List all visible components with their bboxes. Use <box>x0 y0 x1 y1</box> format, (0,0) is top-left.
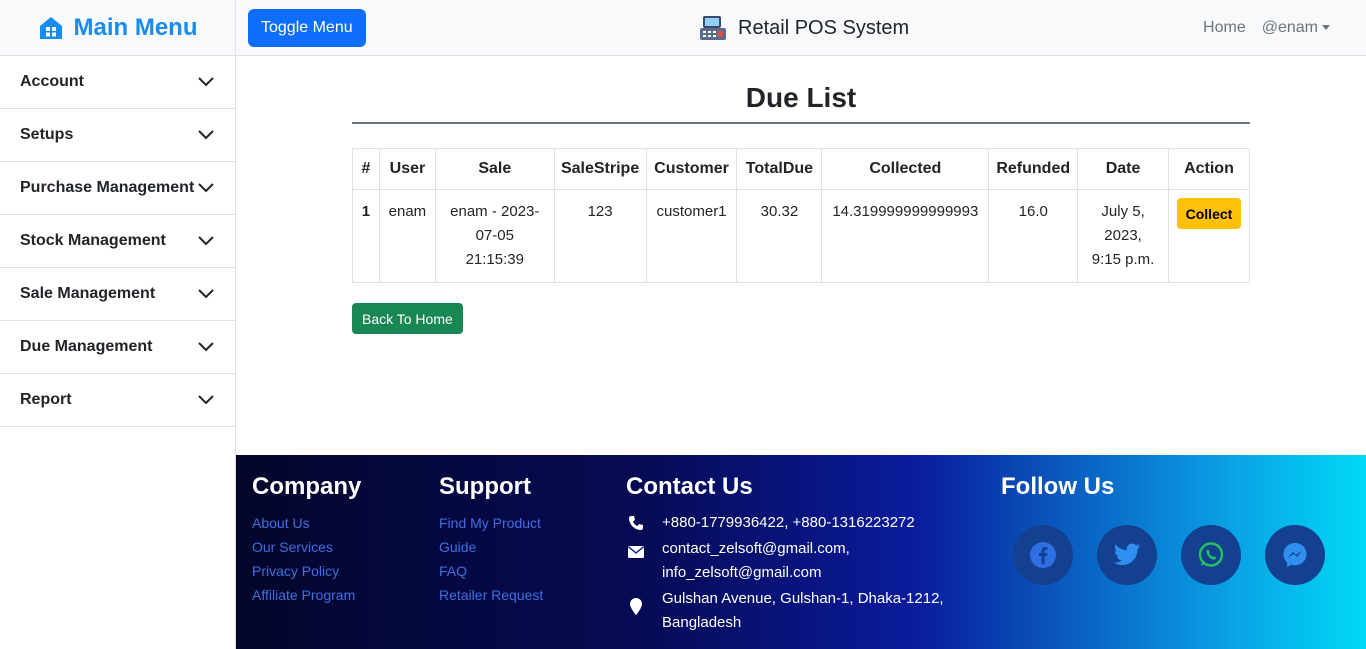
facebook-icon[interactable] <box>1013 525 1073 585</box>
home-icon <box>39 16 62 39</box>
back-to-home-button[interactable]: Back To Home <box>352 303 463 334</box>
cell-user: enam <box>378 189 436 283</box>
column-header: Action <box>1167 148 1251 190</box>
social-links <box>1013 525 1351 585</box>
sidebar-item-label: Sale Management <box>20 285 156 302</box>
footer-link-faq[interactable]: FAQ <box>439 559 609 583</box>
sidebar-item-label: Account <box>20 73 84 90</box>
cell-customer: customer1 <box>645 189 738 283</box>
map-pin-icon <box>626 587 646 615</box>
column-header: # <box>352 148 380 190</box>
column-header: Date <box>1077 148 1169 190</box>
sidebar-item-account[interactable]: Account <box>0 56 235 109</box>
envelope-icon <box>626 537 646 558</box>
footer-company-heading: Company <box>252 473 362 500</box>
main-area: Toggle Menu Retail POS System Home @enam… <box>236 0 1366 649</box>
column-header: User <box>378 148 436 190</box>
footer-link-affiliate-program[interactable]: Affiliate Program <box>252 583 422 607</box>
page-title: Due List <box>745 82 857 113</box>
cell-sale: enam - 2023-07-05 21:15:39 <box>434 189 555 283</box>
sidebar-item-stock-management[interactable]: Stock Management <box>0 215 235 268</box>
chevron-down-icon <box>198 77 214 87</box>
contact-address-text: Gulshan Avenue, Gulshan-1, Dhaka-1212, B… <box>662 590 944 631</box>
footer-contact-heading: Contact Us <box>626 473 753 500</box>
chevron-down-icon <box>198 289 214 299</box>
sidebar-brand-title: Main Menu <box>73 13 198 41</box>
column-header: SaleStripe <box>553 148 647 190</box>
contact-email: contact_zelsoft@gmail.com, info_zelsoft@… <box>626 537 976 585</box>
chevron-down-icon <box>198 130 214 140</box>
chevron-down-icon <box>198 183 214 193</box>
chevron-down-icon <box>198 342 214 352</box>
footer-follow-heading: Follow Us <box>1001 473 1115 500</box>
pos-register-icon <box>700 16 726 40</box>
user-name: @enam <box>1261 19 1318 36</box>
twitter-icon[interactable] <box>1097 525 1157 585</box>
footer-support-heading: Support <box>439 473 531 500</box>
sidebar-item-label: Purchase Management <box>20 179 195 196</box>
table-header-row: # User Sale SaleStripe Customer TotalDue… <box>352 148 1251 190</box>
app-brand[interactable]: Retail POS System <box>698 0 909 56</box>
sidebar-item-due-management[interactable]: Due Management <box>0 321 235 374</box>
sidebar-item-sale-management[interactable]: Sale Management <box>0 268 235 321</box>
cell-totaldue: 30.32 <box>736 189 823 283</box>
sidebar-item-label: Stock Management <box>20 232 166 249</box>
footer-link-guide[interactable]: Guide <box>439 535 609 559</box>
footer-contact: Contact Us +880-1779936422, +880-1316223… <box>626 473 976 637</box>
chevron-down-icon <box>198 236 214 246</box>
footer-support: Support Find My Product Guide FAQ Retail… <box>439 473 609 607</box>
caret-down-icon <box>1322 25 1330 31</box>
footer-link-our-services[interactable]: Our Services <box>252 535 422 559</box>
phone-icon <box>626 511 646 531</box>
chevron-down-icon <box>198 395 214 405</box>
column-header: Sale <box>434 148 555 190</box>
title-divider <box>352 122 1250 124</box>
footer-follow: Follow Us <box>1001 473 1351 585</box>
sidebar-item-setups[interactable]: Setups <box>0 109 235 162</box>
home-link[interactable]: Home <box>1203 19 1246 37</box>
app-title: Retail POS System <box>738 16 910 39</box>
messenger-icon[interactable] <box>1265 525 1325 585</box>
sidebar: Main Menu Account Setups Purchase Manage… <box>0 0 236 649</box>
column-header: Collected <box>821 148 990 190</box>
sidebar-item-label: Due Management <box>20 338 153 355</box>
user-dropdown[interactable]: @enam <box>1262 19 1330 37</box>
contact-phone-text: +880-1779936422, +880-1316223272 <box>662 514 915 531</box>
contact-email-text: contact_zelsoft@gmail.com, info_zelsoft@… <box>662 540 850 581</box>
column-header: Customer <box>645 148 738 190</box>
footer-company: Company About Us Our Services Privacy Po… <box>252 473 422 607</box>
sidebar-item-purchase-management[interactable]: Purchase Management <box>0 162 235 215</box>
sidebar-brand[interactable]: Main Menu <box>0 0 235 56</box>
column-header: Refunded <box>988 148 1079 190</box>
sidebar-item-label: Setups <box>20 126 74 143</box>
due-list-table: # User Sale SaleStripe Customer TotalDue… <box>352 148 1251 283</box>
footer-link-privacy-policy[interactable]: Privacy Policy <box>252 559 422 583</box>
cell-salestripe: 123 <box>553 189 647 283</box>
sidebar-item-report[interactable]: Report <box>0 374 235 427</box>
table-row: 1 enam enam - 2023-07-05 21:15:39 123 cu… <box>352 189 1251 283</box>
cell-date: July 5, 2023, 9:15 p.m. <box>1077 189 1169 283</box>
column-header: TotalDue <box>736 148 823 190</box>
cell-refunded: 16.0 <box>988 189 1079 283</box>
footer: Company About Us Our Services Privacy Po… <box>236 455 1366 649</box>
cell-number: 1 <box>352 189 380 283</box>
contact-address: Gulshan Avenue, Gulshan-1, Dhaka-1212, B… <box>626 587 976 635</box>
footer-link-retailer-request[interactable]: Retailer Request <box>439 583 609 607</box>
content: Due List # User Sale SaleStripe Customer… <box>236 56 1366 455</box>
sidebar-item-label: Report <box>20 391 72 408</box>
contact-phone: +880-1779936422, +880-1316223272 <box>626 511 976 535</box>
cell-action: Collect <box>1167 189 1251 283</box>
cell-collected: 14.319999999999993 <box>821 189 990 283</box>
top-navbar: Toggle Menu Retail POS System Home @enam <box>236 0 1366 56</box>
whatsapp-icon[interactable] <box>1181 525 1241 585</box>
footer-link-find-my-product[interactable]: Find My Product <box>439 511 609 535</box>
footer-link-about-us[interactable]: About Us <box>252 511 422 535</box>
toggle-menu-button[interactable]: Toggle Menu <box>248 8 366 47</box>
collect-button[interactable]: Collect <box>1176 198 1242 229</box>
nav-right: Home @enam <box>1203 0 1330 56</box>
